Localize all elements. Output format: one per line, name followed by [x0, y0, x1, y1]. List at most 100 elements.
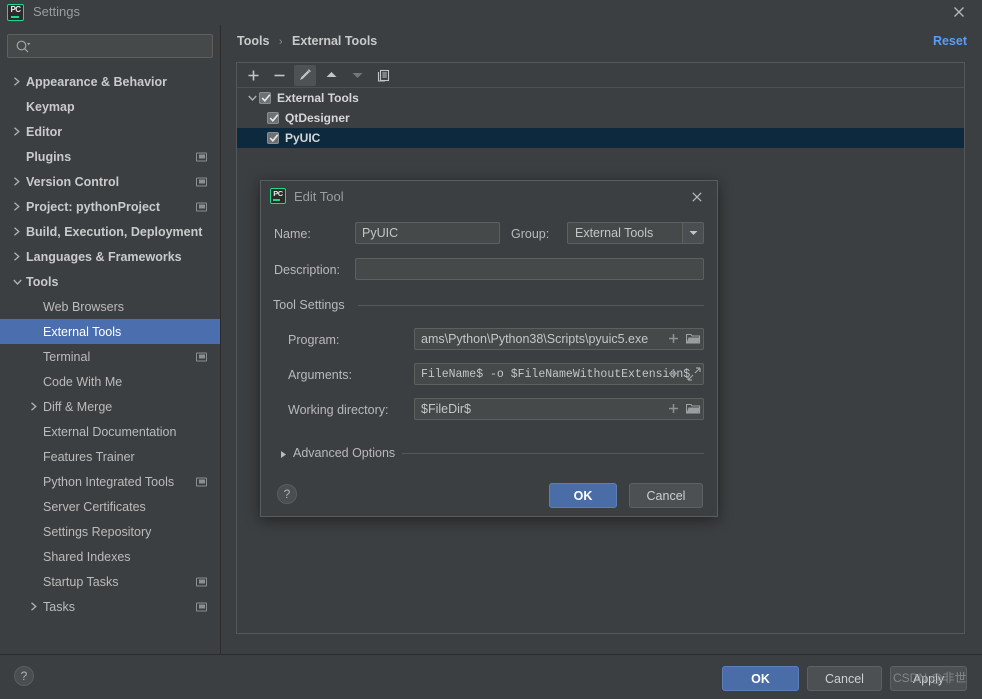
sidebar-item-external-documentation[interactable]: External Documentation — [0, 419, 220, 444]
name-field[interactable]: PyUIC — [355, 222, 500, 244]
project-scope-badge-icon — [196, 602, 207, 611]
reset-link[interactable]: Reset — [933, 34, 967, 48]
breadcrumb-parent[interactable]: Tools — [237, 34, 269, 48]
chevron-right-icon[interactable] — [27, 400, 41, 414]
group-dropdown[interactable]: External Tools — [567, 222, 704, 244]
group-dropdown-value: External Tools — [575, 226, 654, 240]
chevron-right-icon[interactable] — [10, 175, 24, 189]
advanced-options-label[interactable]: Advanced Options — [293, 446, 395, 460]
apply-button[interactable]: Apply — [890, 666, 967, 691]
edit-tool-title: Edit Tool — [294, 189, 344, 204]
chevron-down-icon[interactable] — [245, 94, 259, 102]
project-scope-badge-icon — [196, 352, 207, 361]
project-scope-badge-icon — [196, 477, 207, 486]
chevron-right-icon[interactable] — [10, 200, 24, 214]
search-box[interactable] — [7, 34, 213, 58]
help-button[interactable]: ? — [277, 484, 297, 504]
tool-tree-row-label: External Tools — [277, 91, 359, 105]
sidebar-item-shared-indexes[interactable]: Shared Indexes — [0, 544, 220, 569]
expand-editor-icon[interactable] — [685, 364, 702, 383]
chevron-down-icon[interactable] — [10, 275, 24, 289]
chevron-right-icon[interactable] — [10, 225, 24, 239]
sidebar-item-python-integrated-tools[interactable]: Python Integrated Tools — [0, 469, 220, 494]
sidebar-item-build-execution-deployment[interactable]: Build, Execution, Deployment — [0, 219, 220, 244]
cancel-button[interactable]: Cancel — [807, 666, 882, 691]
close-icon[interactable] — [689, 189, 705, 205]
insert-macro-icon[interactable] — [665, 399, 682, 418]
project-scope-badge-icon — [196, 577, 207, 586]
checkbox-checked-icon[interactable] — [267, 112, 279, 124]
sidebar-item-startup-tasks[interactable]: Startup Tasks — [0, 569, 220, 594]
dialog-cancel-button[interactable]: Cancel — [629, 483, 703, 508]
remove-tool-button[interactable] — [268, 65, 290, 86]
arguments-field[interactable]: FileName$ -o $FileNameWithoutExtension$ — [414, 363, 704, 385]
plus-icon — [247, 69, 260, 82]
sidebar-item-label: Tools — [26, 274, 59, 289]
sidebar-item-label: Code With Me — [43, 374, 123, 389]
sidebar-item-plugins[interactable]: Plugins — [0, 144, 220, 169]
pycharm-logo-text: PC — [10, 5, 21, 14]
sidebar-item-label: Python Integrated Tools — [43, 474, 175, 489]
insert-macro-icon[interactable] — [665, 364, 682, 383]
sidebar-item-label: Shared Indexes — [43, 549, 131, 564]
checkbox-checked-icon[interactable] — [259, 92, 271, 104]
checkbox-checked-icon[interactable] — [267, 132, 279, 144]
arrow-down-icon — [351, 70, 364, 80]
chevron-right-icon[interactable] — [10, 125, 24, 139]
name-label: Name: — [274, 227, 311, 241]
arguments-label: Arguments: — [288, 368, 352, 382]
chevron-right-icon[interactable] — [278, 448, 290, 460]
working-directory-field[interactable]: $FileDir$ — [414, 398, 704, 420]
close-icon[interactable] — [950, 3, 968, 21]
arrow-up-icon — [325, 70, 338, 80]
edit-tool-dialog: PC Edit Tool Name: PyUIC Group: External… — [260, 180, 718, 517]
breadcrumb-current: External Tools — [292, 34, 378, 48]
insert-macro-icon[interactable] — [665, 329, 682, 348]
tool-tree-row-external-tools[interactable]: External Tools — [237, 88, 964, 108]
sidebar-item-web-browsers[interactable]: Web Browsers — [0, 294, 220, 319]
sidebar-item-terminal[interactable]: Terminal — [0, 344, 220, 369]
sidebar-item-code-with-me[interactable]: Code With Me — [0, 369, 220, 394]
move-down-button[interactable] — [346, 65, 368, 86]
tool-tree-row-pyuic[interactable]: PyUIC — [237, 128, 964, 148]
description-field[interactable] — [355, 258, 704, 280]
sidebar-item-languages-frameworks[interactable]: Languages & Frameworks — [0, 244, 220, 269]
sidebar-item-label: Appearance & Behavior — [26, 74, 168, 89]
sidebar-item-version-control[interactable]: Version Control — [0, 169, 220, 194]
chevron-right-icon[interactable] — [10, 75, 24, 89]
copy-icon — [377, 69, 390, 82]
browse-folder-icon[interactable] — [685, 329, 702, 348]
add-tool-button[interactable] — [242, 65, 264, 86]
copy-tool-button[interactable] — [372, 65, 394, 86]
sidebar-item-keymap[interactable]: Keymap — [0, 94, 220, 119]
edit-tool-button[interactable] — [294, 64, 316, 86]
program-field[interactable]: ams\Python\Python38\Scripts\pyuic5.exe — [414, 328, 704, 350]
chevron-right-icon[interactable] — [10, 250, 24, 264]
move-up-button[interactable] — [320, 65, 342, 86]
search-input[interactable] — [36, 35, 208, 57]
sidebar-item-label: Tasks — [43, 599, 75, 614]
browse-folder-icon[interactable] — [685, 399, 702, 418]
sidebar-item-diff-merge[interactable]: Diff & Merge — [0, 394, 220, 419]
sidebar-item-settings-repository[interactable]: Settings Repository — [0, 519, 220, 544]
sidebar-item-label: Build, Execution, Deployment — [26, 224, 203, 239]
sidebar-item-tasks[interactable]: Tasks — [0, 594, 220, 619]
breadcrumb: Tools › External Tools — [237, 34, 377, 48]
sidebar-item-label: Languages & Frameworks — [26, 249, 182, 264]
help-button[interactable]: ? — [14, 666, 34, 686]
sidebar-item-external-tools[interactable]: External Tools — [0, 319, 220, 344]
external-tools-tree: External Tools QtDesigner PyUIC — [237, 88, 964, 148]
dialog-ok-button[interactable]: OK — [549, 483, 617, 508]
project-scope-badge-icon — [196, 152, 207, 161]
sidebar-item-project-pythonproject[interactable]: Project: pythonProject — [0, 194, 220, 219]
search-icon — [15, 39, 31, 58]
chevron-right-icon[interactable] — [27, 600, 41, 614]
sidebar-item-editor[interactable]: Editor — [0, 119, 220, 144]
sidebar-item-features-trainer[interactable]: Features Trainer — [0, 444, 220, 469]
sidebar-item-appearance-behavior[interactable]: Appearance & Behavior — [0, 69, 220, 94]
tool-tree-row-qtdesigner[interactable]: QtDesigner — [237, 108, 964, 128]
sidebar-item-label: Keymap — [26, 99, 75, 114]
sidebar-item-server-certificates[interactable]: Server Certificates — [0, 494, 220, 519]
ok-button[interactable]: OK — [722, 666, 799, 691]
sidebar-item-tools[interactable]: Tools — [0, 269, 220, 294]
